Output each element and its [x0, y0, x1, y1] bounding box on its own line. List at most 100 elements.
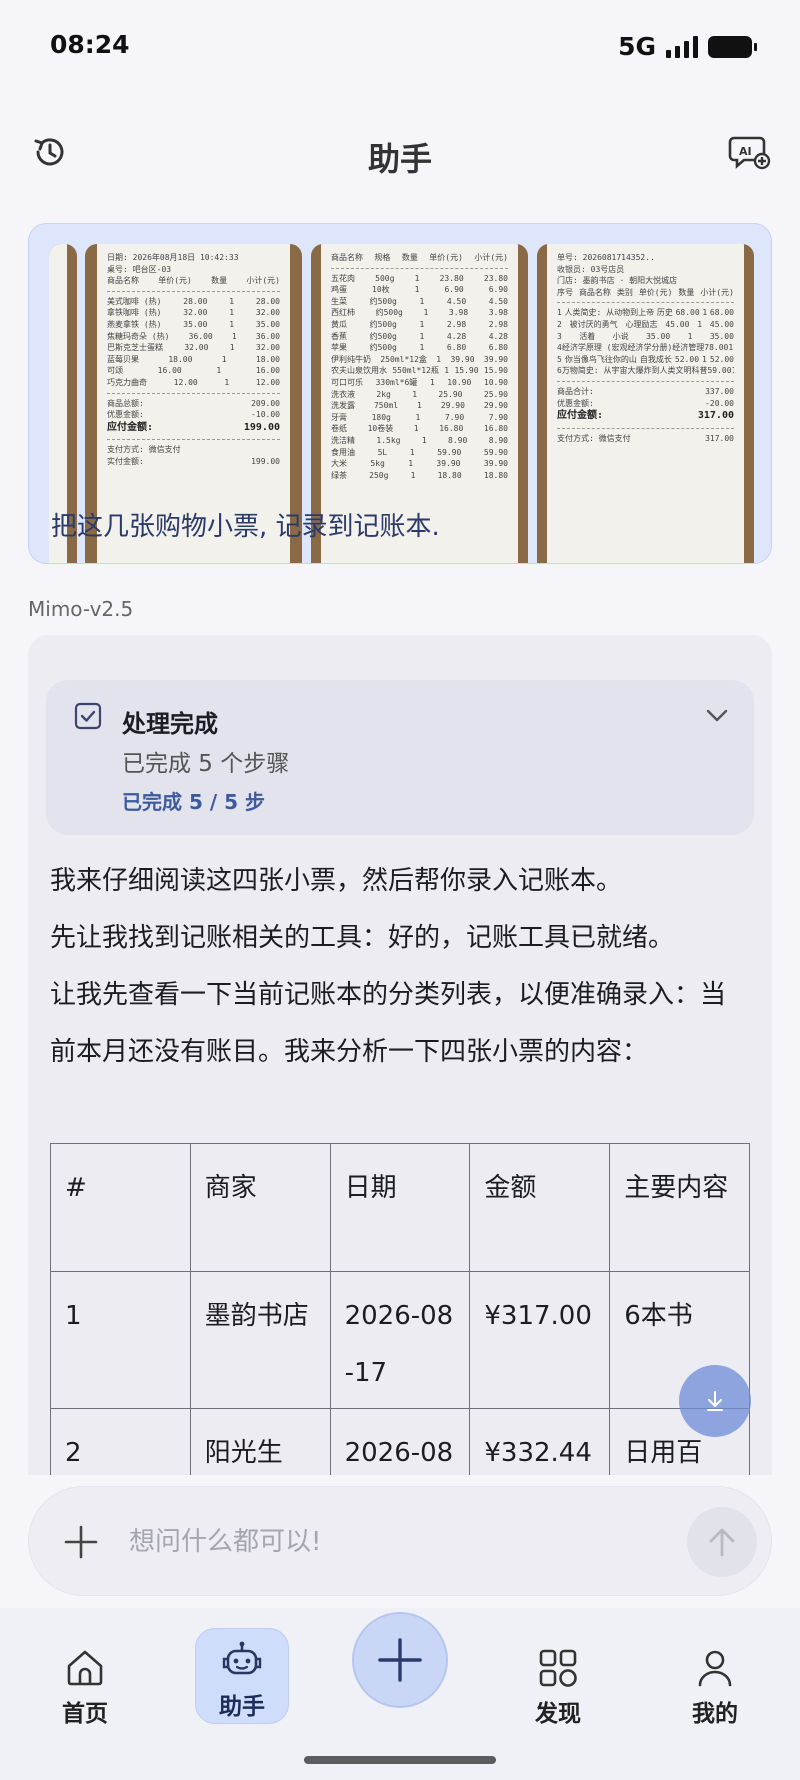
receipt-line: 应付金额: 199.00 [107, 421, 280, 433]
receipt-line: 日期: 2026年08月18日 10:42:33 [107, 253, 239, 262]
receipt-line: 卷纸 10卷装 1 16.80 16.80 [331, 424, 508, 434]
receipt-line: 实付金额: 199.00 [107, 456, 280, 466]
receipt-line: 西红柿 约500g 1 3.98 3.98 [331, 308, 508, 318]
response-paragraph-3: 让我先查看一下当前记账本的分类列表，以便准确录入：当前本月还没有账目。我来分析一… [50, 980, 727, 1067]
receipt-line: 门店: 墨韵书店 · 朝阳大悦城店 [557, 276, 678, 286]
table-header-cell: 商家 [189, 1143, 331, 1272]
attach-button[interactable] [59, 1520, 103, 1564]
bottom-navigation: 首页 助手 发现 我的 [0, 1608, 800, 1780]
receipt-line: 生菜 约500g 1 4.50 4.50 [331, 296, 508, 306]
status-bar: 08:24 5G [0, 0, 800, 92]
receipt-image-3[interactable]: 单号: 2026081714352.. 收银员: 03号店员门店: 墨韵书店 · … [537, 244, 754, 563]
response-paragraph-1: 我来仔细阅读这四张小票，然后帮你录入记账本。 [50, 866, 623, 896]
response-paragraph-2: 先让我找到记账相关的工具：好的，记账工具已就绪。 [50, 923, 675, 953]
table-cell: 2026-08 [329, 1408, 471, 1475]
receipt-line: 蓝莓贝果 18.00 1 18.00 [107, 354, 280, 364]
receipt-line: 焦糖玛奇朵 (热) 36.00 1 36.00 [107, 331, 280, 341]
receipt-line: 洗发露 750ml 1 29.90 29.90 [331, 401, 508, 411]
nav-home-label: 首页 [62, 1701, 108, 1727]
receipt-line: 应付金额: 317.00 [557, 410, 734, 422]
discover-grid-icon [539, 1649, 577, 1687]
plus-icon [64, 1525, 98, 1559]
nav-mine[interactable]: 我的 [665, 1628, 765, 1738]
scroll-to-bottom-button[interactable] [679, 1365, 751, 1437]
receipt-line: 4经济学原理 (宏观经济学分册)经济管理78.00178.00 [557, 343, 734, 353]
receipt-line: 可口可乐 330ml*6罐 1 10.90 10.90 [331, 377, 508, 387]
nav-assistant[interactable]: 助手 [195, 1628, 289, 1724]
receipt-line: 牙膏 180g 1 7.90 7.90 [331, 412, 508, 422]
table-cell: ¥332.44 [469, 1408, 611, 1475]
table-cell: 2026-08-17 [329, 1271, 471, 1409]
ai-chat-button[interactable]: AI [726, 128, 774, 176]
receipt-line: 燕麦拿铁 (热) 35.00 1 35.00 [107, 319, 280, 329]
receipt-line: 支付方式: 微信支付 317.00 [557, 433, 734, 443]
table-row: 1 墨韵书店 2026-08-17 ¥317.00 6本书 [50, 1271, 750, 1409]
assistant-message: 处理完成 已完成 5 个步骤 已完成 5 / 5 步 我来仔细阅读这四张小票，然… [28, 635, 772, 1475]
signal-icon [666, 35, 698, 58]
receipt-line: 商品总额: 209.00 [107, 398, 280, 408]
chat-input-bar [28, 1486, 772, 1596]
receipt-line: 2 被讨厌的勇气 心理励志 45.00 1 45.00 [557, 319, 734, 329]
receipt-line: 绿茶 250g 1 18.80 18.80 [331, 470, 508, 480]
receipt-line: 鸡蛋 10枚 1 6.90 6.90 [331, 285, 508, 295]
person-icon [698, 1650, 732, 1687]
chat-input[interactable] [129, 1521, 609, 1563]
nav-discover[interactable]: 发现 [508, 1628, 608, 1738]
receipt-line: 伊利纯牛奶 250ml*12盒 1 39.90 39.90 [331, 354, 508, 364]
app-header: 助手 AI [0, 110, 800, 194]
status-time: 08:24 [50, 30, 130, 59]
arrow-down-icon [707, 1391, 723, 1411]
create-button[interactable] [352, 1612, 448, 1708]
steps-summary[interactable]: 处理完成 已完成 5 个步骤 已完成 5 / 5 步 [46, 680, 754, 835]
receipt-line: 巧克力曲奇 12.00 1 12.00 [107, 377, 280, 387]
nav-home[interactable]: 首页 [35, 1628, 135, 1738]
svg-text:AI: AI [739, 145, 752, 158]
receipt-line: 桌号: 吧台区-03 [107, 264, 172, 274]
network-label: 5G [618, 32, 656, 61]
receipt-line: 支付方式: 微信支付 [107, 445, 181, 455]
receipt-line: 1 人类简史: 从动物到上帝 历史 68.00 1 68.00 [557, 308, 734, 318]
receipt-line: 食用油 5L 1 59.90 59.90 [331, 447, 508, 457]
table-header-row: # 商家 日期 金额 主要内容 [50, 1143, 750, 1272]
table-row: 2 阳光生 2026-08 ¥332.44 日用百 [50, 1408, 750, 1475]
plus-icon [378, 1638, 422, 1682]
page-title: 助手 [367, 140, 432, 178]
table-header-cell: 金额 [469, 1143, 611, 1272]
receipt-line: 单号: 2026081714352.. [557, 253, 655, 262]
ai-chat-icon: AI [728, 136, 771, 170]
table-cell: ¥317.00 [469, 1271, 611, 1409]
chevron-down-icon[interactable] [704, 702, 730, 728]
arrow-up-icon [709, 1528, 735, 1557]
status-indicators: 5G [618, 32, 757, 61]
user-message-bubble: 日期: 2026年08月18日 10:42:33 桌号: 吧台区-03 商品名称 单价… [28, 223, 772, 564]
receipt-line: 3 活着 小说 35.00 1 35.00 [557, 331, 734, 341]
table-cell: 墨韵书店 [189, 1271, 331, 1409]
receipt-line: 苹果 约500g 1 6.80 6.80 [331, 343, 508, 353]
table-header-cell: # [50, 1143, 191, 1272]
model-label: Mimo-v2.5 [28, 597, 134, 621]
home-indicator [304, 1756, 496, 1764]
table-header-cell: 日期 [329, 1143, 471, 1272]
nav-discover-label: 发现 [535, 1701, 581, 1727]
receipt-line: 5 你当像鸟飞往你的山 自我成长 52.00 1 52.00 [557, 354, 734, 364]
nav-mine-label: 我的 [692, 1701, 738, 1727]
checkbox-checked-icon [74, 702, 102, 730]
receipt-line: 洗衣液 2kg 1 25.90 25.90 [331, 389, 508, 399]
receipt-line: 可颂 16.00 1 16.00 [107, 366, 280, 376]
receipt-line: 大米 5kg 1 39.90 39.90 [331, 459, 508, 469]
receipt-line: 序号 商品名称 类别 单价(元) 数量 小计(元) [557, 287, 734, 297]
receipt-line: 巴斯克芝士蛋糕 32.00 1 32.00 [107, 343, 280, 353]
receipt-line: 洗洁精 1.5kg 1 8.90 8.90 [331, 435, 508, 445]
robot-icon [222, 1641, 262, 1675]
user-message-text: 把这几张购物小票, 记录到记账本. [51, 512, 440, 542]
home-icon [67, 1650, 103, 1686]
receipt-line: 农夫山泉饮用水 550ml*12瓶 1 15.90 15.90 [331, 366, 508, 376]
receipt-line: 五花肉 500g 1 23.80 23.80 [331, 273, 508, 283]
receipt-line: 优惠金额: -20.00 [557, 398, 734, 408]
receipt-line: 收银员: 03号店员 [557, 264, 625, 274]
send-button[interactable] [687, 1507, 757, 1577]
battery-icon [708, 35, 757, 58]
steps-progress: 已完成 5 / 5 步 [122, 790, 265, 814]
receipt-line: 拿铁咖啡 (热) 32.00 1 32.00 [107, 308, 280, 318]
receipt-line: 6万物简史: 从宇宙大爆炸到人类文明科普59.00159.00 [557, 366, 734, 376]
